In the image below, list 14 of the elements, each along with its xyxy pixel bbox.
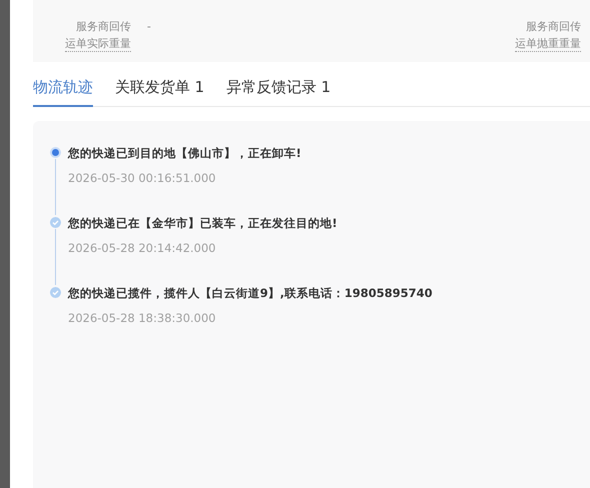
event-time: 2026-05-28 18:38:30.000 <box>68 310 217 326</box>
event-title: 您的快递已揽件，揽件人【白云街道9】,联系电话：19805895740 <box>68 285 432 301</box>
tab[interactable]: 关联发货单 1 <box>115 76 204 107</box>
tab[interactable]: 异常反馈记录 1 <box>226 76 331 107</box>
event-title: 您的快递已到目的地【佛山市】，正在卸车! <box>68 145 302 161</box>
field-value: - <box>147 20 151 34</box>
event-time: 2026-05-30 00:16:51.000 <box>68 170 217 186</box>
event-title: 您的快递已在【金华市】已装车，正在发往目的地! <box>68 215 338 231</box>
field-label: 运单抛重重量 <box>515 37 581 52</box>
field-source: 服务商回传 <box>76 20 131 34</box>
tab[interactable]: 物流轨迹 <box>33 76 93 107</box>
field-source: 服务商回传 <box>526 20 581 34</box>
field-label: 运单实际重量 <box>65 37 131 52</box>
event-time: 2026-05-28 20:14:42.000 <box>68 240 217 256</box>
